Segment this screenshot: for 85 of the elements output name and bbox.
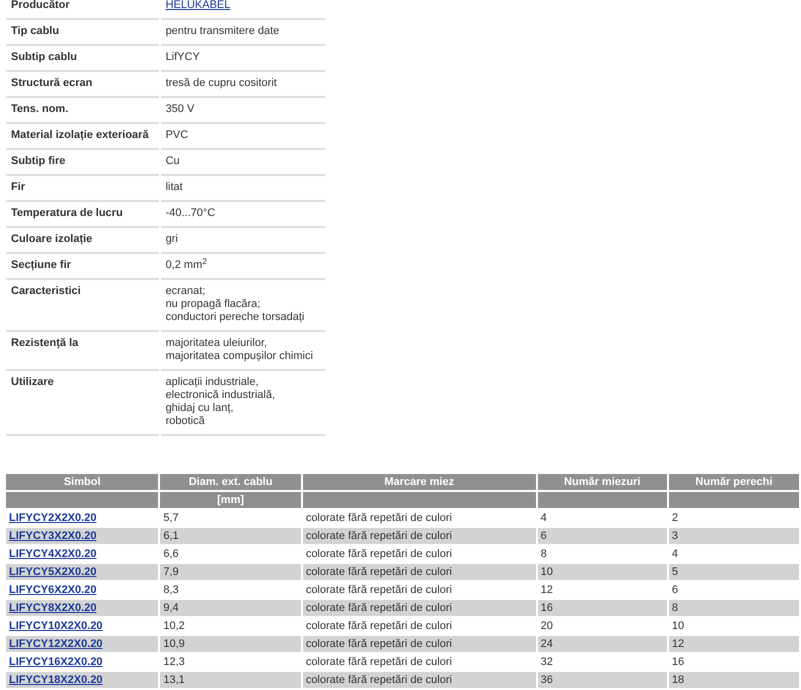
spec-value: 0,2 mm$^{2}$: [166, 259, 208, 272]
table-cell: 13,1: [160, 672, 301, 688]
spec-value: aplicații industriale,: [166, 376, 260, 389]
spec-label: Caracteristici: [6, 280, 159, 332]
spec-label: Subtip cablu: [6, 46, 159, 72]
table-cell-text: 12: [540, 583, 554, 598]
spec-value: LifYCY: [166, 51, 201, 64]
spec-label: Rezistență la: [6, 332, 159, 371]
spec-label: Culoare izolație: [6, 228, 159, 254]
table-cell-text: colorate fără repetări de culori: [304, 547, 453, 562]
spec-value: litat: [166, 181, 184, 194]
spec-value: pentru transmitere date: [166, 25, 280, 38]
spec-label: Producător: [6, 0, 159, 20]
spec-value: Cu: [166, 155, 181, 168]
spec-value: gri: [166, 233, 179, 246]
table-cell-text: colorate fără repetări de culori: [304, 511, 453, 526]
table-cell-text: 8,3: [162, 583, 180, 598]
spec-value: robotică: [166, 415, 206, 428]
product-link[interactable]: LIFYCY10X2X0.20: [9, 620, 103, 632]
table-cell: 9,4: [160, 600, 301, 616]
spec-value: nu propagă flacăra;: [166, 298, 262, 311]
table-cell-text: 6: [670, 583, 679, 598]
table-cell-text: colorate fără repetări de culori: [304, 655, 453, 670]
table-cell: colorate fără repetări de culori: [302, 528, 536, 544]
column-header: Număr perechi: [668, 474, 799, 490]
spec-value: majoritatea uleiurilor,: [166, 337, 268, 350]
table-cell-text: 6,6: [162, 547, 180, 562]
spec-label: Material izolație exterioară: [6, 124, 159, 150]
table-cell: 10: [538, 564, 667, 580]
spec-value: ghidaj cu lanț,: [166, 402, 234, 415]
table-cell: 18: [668, 672, 799, 688]
spec-value: electronică industrială,: [166, 389, 276, 402]
table-cell-text: 10: [670, 619, 686, 634]
spec-value: PVC: [166, 129, 190, 142]
spec-value: majoritatea compușilor chimici: [166, 350, 313, 363]
table-cell-text: colorate fără repetări de culori: [304, 619, 453, 634]
table-cell-text: 32: [540, 655, 554, 670]
table-cell-text: 4: [670, 547, 679, 562]
spec-label: Tens. nom.: [6, 98, 159, 124]
column-header: Simbol: [6, 474, 158, 490]
spec-label: Fir: [6, 176, 159, 202]
table-cell-text: 2: [670, 511, 679, 526]
spec-label: Subtip fire: [6, 150, 159, 176]
table-cell: colorate fără repetări de culori: [302, 672, 536, 688]
table-cell: 24: [538, 636, 667, 652]
spec-value: conductori pereche torsadați: [166, 311, 306, 324]
product-link[interactable]: LIFYCY6X2X0.20: [9, 584, 96, 596]
table-cell-text: 8: [540, 547, 548, 562]
manufacturer-link[interactable]: HELUKABEL: [166, 0, 313, 12]
table-cell-text: 10,2: [162, 619, 186, 634]
product-link[interactable]: LIFYCY4X2X0.20: [9, 548, 96, 560]
spec-value: 350 V: [166, 103, 196, 116]
product-link[interactable]: LIFYCY2X2X0.20: [9, 512, 96, 524]
spec-label: Utilizare: [6, 371, 159, 436]
table-cell: 16: [538, 600, 667, 616]
table-cell: colorate fără repetări de culori: [302, 564, 536, 580]
spec-label: Tip cablu: [6, 20, 159, 46]
column-header: Diam. ext. cablu: [160, 474, 301, 490]
table-cell: 5: [668, 564, 799, 580]
spec-label: Temperatura de lucru: [6, 202, 159, 228]
spec-label: Structură ecran: [6, 72, 159, 98]
table-cell-text: 16: [670, 655, 686, 670]
table-cell: 12: [668, 636, 799, 652]
product-link[interactable]: LIFYCY16X2X0.20: [9, 656, 103, 668]
table-cell: colorate fără repetări de culori: [302, 600, 536, 616]
spec-label: Secțiune fir: [6, 254, 159, 280]
table-cell: 36: [538, 672, 667, 688]
table-cell-text: colorate fără repetări de culori: [304, 583, 453, 598]
unit-header: [mm]: [160, 492, 301, 508]
table-cell: 6,1: [160, 528, 301, 544]
column-header: Marcare miez: [302, 474, 536, 490]
table-cell-text: 4: [540, 511, 548, 526]
table-cell: 3: [668, 528, 799, 544]
table-cell: 8: [668, 600, 799, 616]
table-cell: 6: [538, 528, 667, 544]
table-cell: 10,9: [160, 636, 301, 652]
table-cell-text: 5,7: [162, 511, 180, 526]
spec-value: -40...70°C: [166, 207, 216, 220]
table-cell-text: 12,3: [162, 655, 186, 670]
table-cell-text: 20: [540, 619, 554, 634]
spec-value: tresă de cupru cositorit: [166, 77, 278, 90]
column-header: Număr miezuri: [538, 474, 667, 490]
table-cell: 7,9: [160, 564, 301, 580]
spec-value: ecranat;: [166, 285, 206, 298]
table-cell: colorate fără repetări de culori: [302, 636, 536, 652]
